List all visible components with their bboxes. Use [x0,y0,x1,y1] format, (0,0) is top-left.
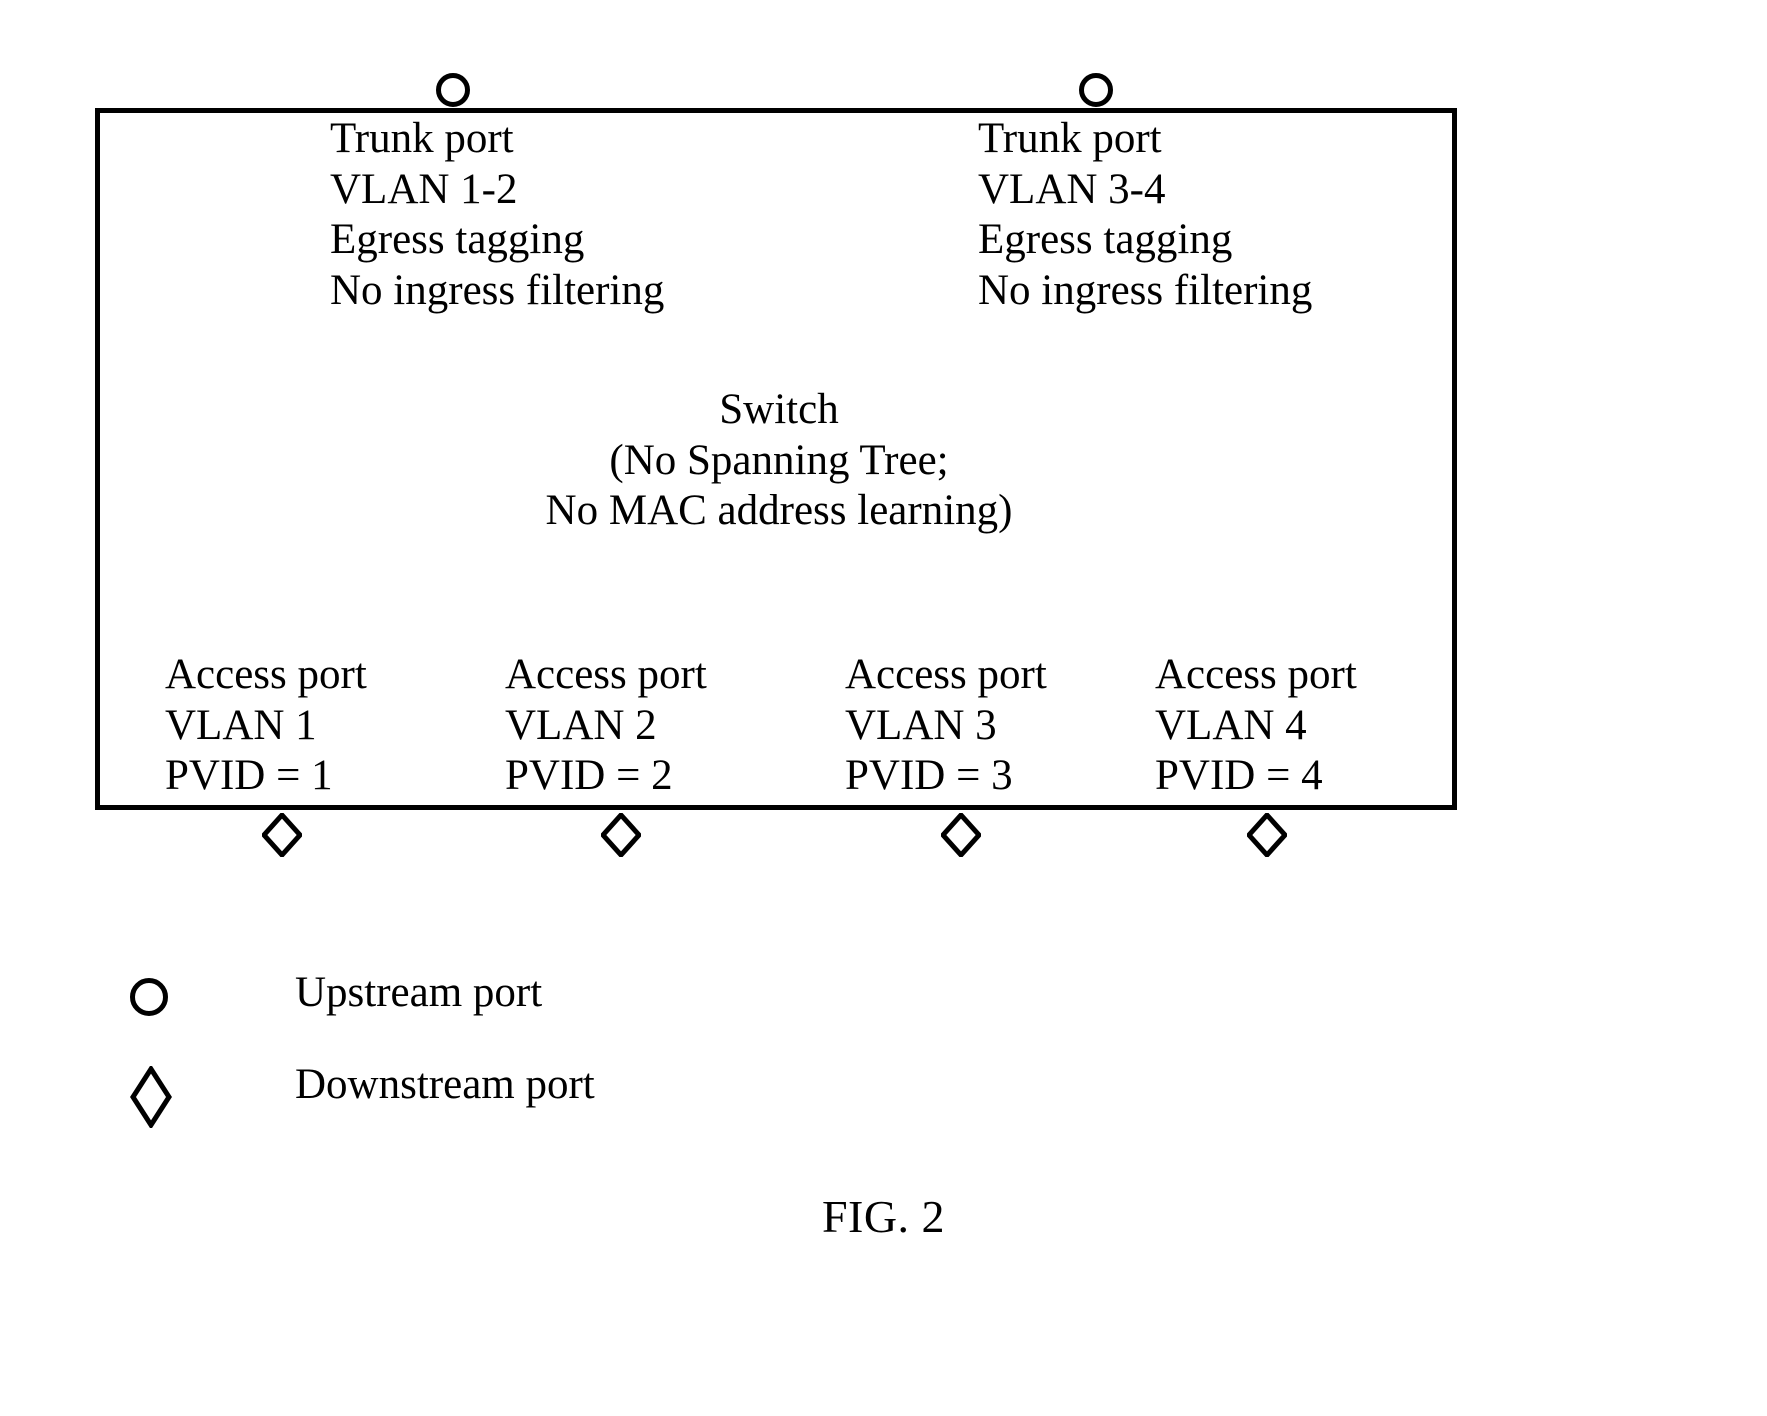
access-port-1-type: Access port [165,651,367,698]
legend-upstream-label: Upstream port [295,969,543,1016]
switch-note-line-2: No MAC address learning) [545,487,1013,535]
access-port-4-pvid: PVID = 4 [1155,752,1323,800]
access-port-2-labels: Access port VLAN 2 PVID = 2 [505,650,707,802]
switch-description: Switch (No Spanning Tree; No MAC address… [524,385,1034,537]
access-port-1-labels: Access port VLAN 1 PVID = 1 [165,650,367,802]
figure-2-diagram: Trunk port VLAN 1-2 Egress tagging No in… [0,0,1767,1416]
access-port-4-type: Access port [1155,651,1357,698]
access-port-1-pvid: PVID = 1 [165,752,333,800]
access-port-1-vlan: VLAN 1 [165,701,317,749]
access-port-3-vlan: VLAN 3 [845,701,997,749]
trunk-port-right-tagging: Egress tagging [978,216,1233,264]
trunk-port-left-type: Trunk port [330,115,514,162]
access-port-2-vlan: VLAN 2 [505,701,657,749]
access-port-3-labels: Access port VLAN 3 PVID = 3 [845,650,1047,802]
trunk-port-right-filtering: No ingress filtering [978,267,1313,315]
access-port-3-pvid: PVID = 3 [845,752,1013,800]
downstream-port-diamond-1 [262,813,302,857]
downstream-port-diamond-4 [1247,813,1287,857]
access-port-2-pvid: PVID = 2 [505,752,673,800]
trunk-port-right-labels: Trunk port VLAN 3-4 Egress tagging No in… [978,114,1312,317]
trunk-port-left-tagging: Egress tagging [330,216,585,264]
trunk-port-left-filtering: No ingress filtering [330,267,665,315]
access-port-3-type: Access port [845,651,1047,698]
legend-downstream-label: Downstream port [295,1061,595,1108]
trunk-port-left-vlan: VLAN 1-2 [330,165,518,213]
figure-caption: FIG. 2 [821,1191,946,1242]
access-port-2-type: Access port [505,651,707,698]
switch-note-line-1: (No Spanning Tree; [609,436,949,484]
trunk-port-left-labels: Trunk port VLAN 1-2 Egress tagging No in… [330,114,664,317]
downstream-port-diamond-icon [130,1066,172,1128]
trunk-port-right-type: Trunk port [978,115,1162,162]
switch-title: Switch [719,386,839,433]
upstream-port-circle-icon [130,978,168,1016]
upstream-port-circle-left [436,73,470,107]
trunk-port-right-vlan: VLAN 3-4 [978,165,1166,213]
downstream-port-diamond-3 [941,813,981,857]
access-port-4-vlan: VLAN 4 [1155,701,1307,749]
access-port-4-labels: Access port VLAN 4 PVID = 4 [1155,650,1357,802]
upstream-port-circle-right [1079,73,1113,107]
downstream-port-diamond-2 [601,813,641,857]
